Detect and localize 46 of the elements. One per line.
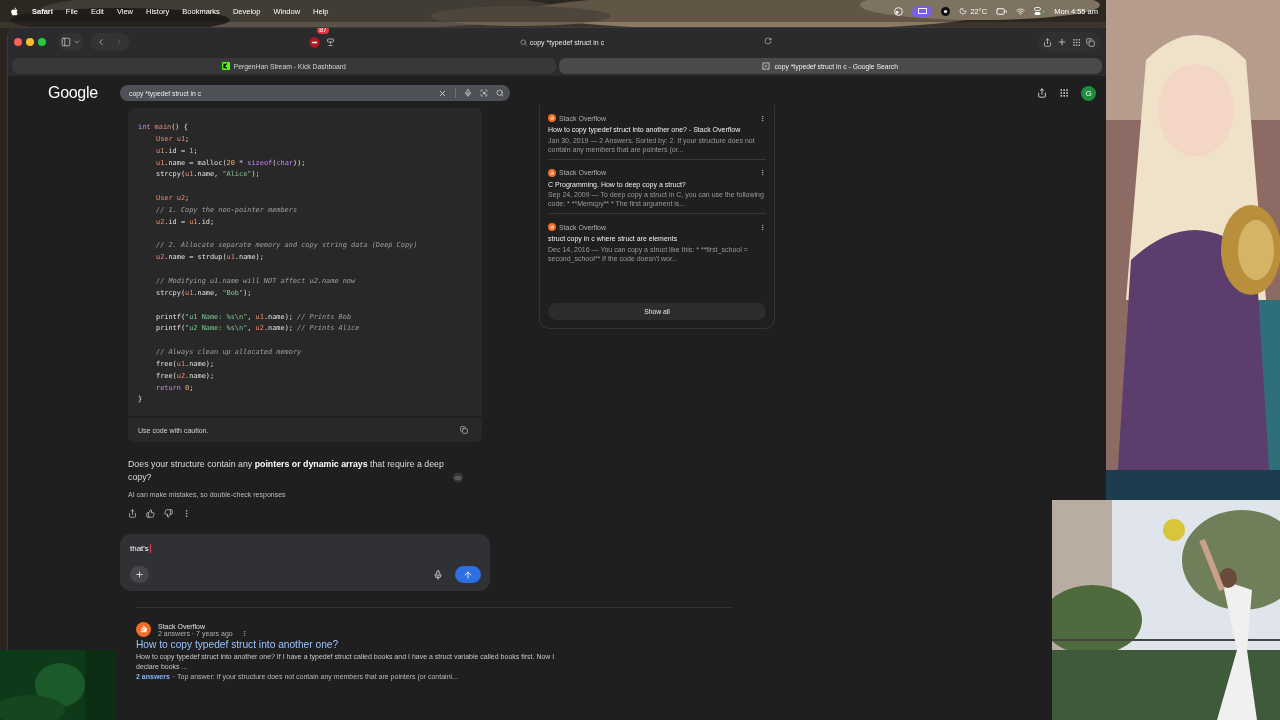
- apps-icon[interactable]: [1059, 88, 1069, 98]
- google-logo[interactable]: Google: [48, 84, 120, 102]
- chevron-down-icon: [73, 38, 81, 46]
- reload-icon[interactable]: [764, 37, 772, 45]
- share-icon[interactable]: [1037, 88, 1047, 98]
- copy-icon[interactable]: [460, 426, 468, 435]
- new-tab-icon[interactable]: [1057, 37, 1067, 47]
- link-icon: [455, 474, 461, 481]
- stack-icon: [548, 223, 556, 231]
- result-title-link[interactable]: How to copy typedef struct into another one?: [136, 639, 556, 651]
- sidebar-icon: [61, 37, 71, 47]
- grid-icon[interactable]: [1072, 37, 1081, 47]
- question-text: Does your structure contain any pointers or dynamic arrays that require a deep copy?: [128, 458, 445, 485]
- microphone-icon[interactable]: [464, 89, 472, 97]
- stack-icon: [548, 168, 556, 177]
- site-logo: [221, 62, 230, 70]
- zoom-button[interactable]: [38, 38, 46, 46]
- search-icon[interactable]: [496, 89, 504, 97]
- microphone-icon[interactable]: [433, 569, 443, 580]
- stack-icon: [136, 622, 151, 638]
- share-icon[interactable]: [128, 509, 137, 519]
- tab-overview-icon[interactable]: [1086, 37, 1095, 47]
- close-button[interactable]: [14, 38, 22, 46]
- thumbs-up-icon[interactable]: [146, 509, 155, 519]
- account-avatar[interactable]: G: [1081, 85, 1096, 101]
- clear-icon[interactable]: [438, 88, 447, 98]
- chevron-right-icon: [114, 37, 124, 47]
- search-icon: [519, 38, 527, 46]
- thumbs-down-icon[interactable]: [164, 509, 173, 519]
- reader-icon: [325, 37, 335, 47]
- more-icon[interactable]: [182, 509, 191, 519]
- send-button[interactable]: [455, 566, 481, 584]
- plus-icon: [135, 570, 144, 580]
- block-icon: [308, 36, 320, 48]
- site-icon: [762, 62, 771, 70]
- stack-icon: [548, 114, 556, 122]
- share-icon[interactable]: [1043, 37, 1052, 47]
- chevron-left-icon: [96, 37, 106, 47]
- minimize-button[interactable]: [26, 38, 34, 46]
- sidebar-button[interactable]: [58, 33, 84, 51]
- prompt-field[interactable]: that's: [120, 534, 490, 592]
- arrow-up-icon: [463, 569, 473, 580]
- link-chip[interactable]: [453, 473, 463, 483]
- add-button[interactable]: [130, 566, 149, 584]
- prompt-value: that's: [130, 544, 149, 554]
- lens-icon[interactable]: [480, 89, 488, 97]
